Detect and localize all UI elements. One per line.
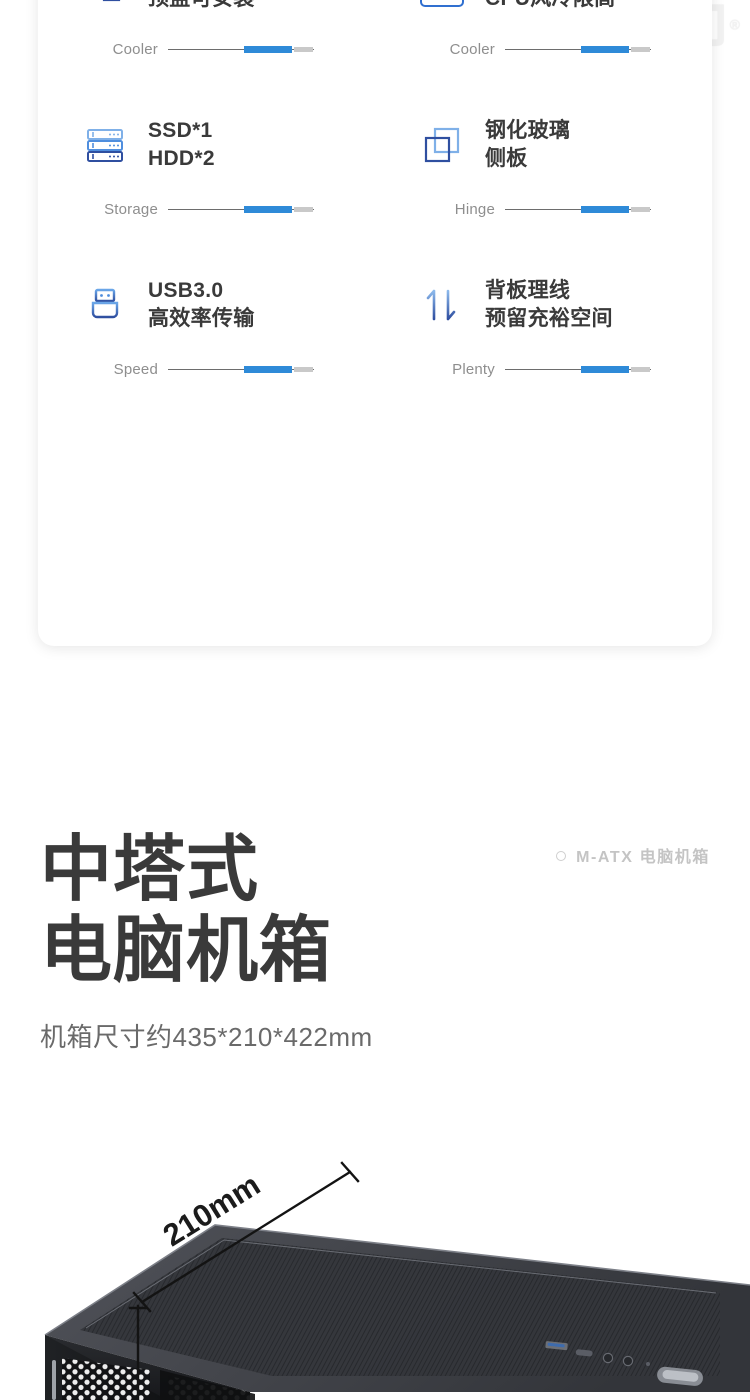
- bar-track: [505, 208, 651, 210]
- spec-item-cable-management: 背板理线 预留充裕空间 Plenty: [375, 266, 712, 426]
- bar-track: [168, 208, 314, 210]
- spec-label: Storage: [104, 200, 158, 218]
- spec-top: 160mm CPU风冷限高: [413, 0, 712, 24]
- spec-bottom: Cooler: [413, 38, 712, 60]
- hero-eyebrow-text: M-ATX 电脑机箱: [576, 849, 710, 866]
- spec-item-air-cooler: 160mm CPU风冷限高 Cooler: [375, 0, 712, 106]
- spec-top: 背板理线 预留充裕空间: [413, 266, 712, 344]
- spec-bottom: Plenty: [413, 358, 712, 380]
- up-down-arrows-icon: [413, 276, 471, 334]
- bar-fill: [580, 205, 630, 213]
- case-product-photo: 210mm: [0, 1130, 750, 1400]
- bar-fill: [243, 45, 293, 53]
- hero-headline-block: M-ATX 电脑机箱 中塔式 电脑机箱 机箱尺寸约435*210*422mm: [40, 830, 710, 1054]
- spec-top: 360液冷 顶盖可安装: [76, 0, 375, 24]
- spec-progress-bar: [168, 205, 314, 213]
- usb-plug-icon: [76, 276, 134, 334]
- spec-title: USB3.0 高效率传输: [148, 279, 255, 330]
- bar-fill: [580, 365, 630, 373]
- spec-bottom: Speed: [76, 358, 375, 380]
- spec-item-liquid-cooler: 360液冷 顶盖可安装 Cooler: [38, 0, 375, 106]
- spec-progress-bar: [505, 365, 651, 373]
- spec-item-storage: SSD*1 HDD*2 Storage: [38, 106, 375, 266]
- hero-eyebrow: M-ATX 电脑机箱: [556, 843, 710, 867]
- spec-top: SSD*1 HDD*2: [76, 106, 375, 184]
- bar-track: [168, 368, 314, 370]
- spec-bottom: Cooler: [76, 38, 375, 60]
- spec-item-glass-panel: 钢化玻璃 侧板 Hinge: [375, 106, 712, 266]
- spec-label: Cooler: [449, 40, 495, 58]
- spec-title: 160mm CPU风冷限高: [485, 0, 615, 13]
- bar-track: [168, 48, 314, 50]
- spec-progress-bar: [168, 365, 314, 373]
- storage-drives-icon: [76, 116, 134, 174]
- watermark-registered-mark: ®: [729, 16, 742, 33]
- spec-title: 背板理线 预留充裕空间: [485, 279, 613, 330]
- spec-label: Plenty: [452, 360, 495, 378]
- spec-title: 钢化玻璃 侧板: [485, 119, 571, 170]
- spec-bottom: Hinge: [413, 198, 712, 220]
- bar-fill: [243, 365, 293, 373]
- circle-bullet-icon: [556, 851, 567, 861]
- bar-fill: [580, 45, 630, 53]
- spec-grid: M-ATX/ITX 主板板型兼容 Motherboard: [38, 0, 712, 426]
- fan-icon: [413, 0, 471, 14]
- spec-progress-bar: [505, 205, 651, 213]
- bar-remainder: [293, 206, 313, 212]
- spec-top: USB3.0 高效率传输: [76, 266, 375, 344]
- spec-title: SSD*1 HDD*2: [148, 119, 215, 170]
- spec-top: 钢化玻璃 侧板: [413, 106, 712, 184]
- spec-progress-bar: [505, 45, 651, 53]
- hero-dimensions-text: 机箱尺寸约435*210*422mm: [40, 1021, 373, 1052]
- spec-label: Speed: [113, 360, 158, 378]
- bar-remainder: [630, 46, 650, 52]
- spec-label: Hinge: [454, 200, 495, 218]
- spec-title: 360液冷 顶盖可安装: [148, 0, 255, 13]
- bar-track: [505, 48, 651, 50]
- liquid-cooler-icon: [76, 0, 134, 14]
- glass-panel-icon: [413, 116, 471, 174]
- spec-progress-bar: [168, 45, 314, 53]
- bar-remainder: [293, 366, 313, 372]
- bar-fill: [243, 205, 293, 213]
- bar-remainder: [630, 206, 650, 212]
- spec-bottom: Storage: [76, 198, 375, 220]
- spec-card: M-ATX/ITX 主板板型兼容 Motherboard: [38, 0, 712, 646]
- bar-remainder: [630, 366, 650, 372]
- bar-track: [505, 368, 651, 370]
- bar-remainder: [293, 46, 313, 52]
- spec-label: Cooler: [112, 40, 158, 58]
- spec-item-usb: USB3.0 高效率传输 Speed: [38, 266, 375, 426]
